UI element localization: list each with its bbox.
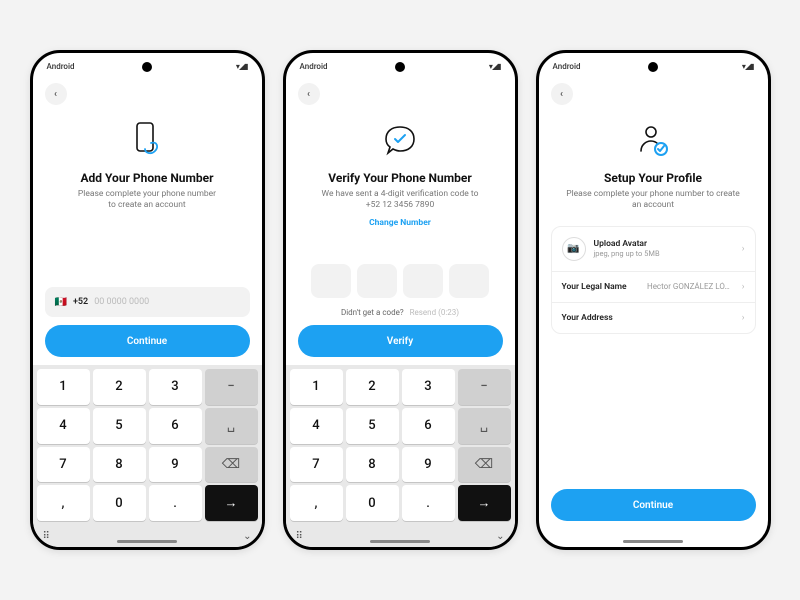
chat-check-icon (304, 119, 497, 163)
resend-row: Didn't get a code? Resend (0:23) (298, 308, 503, 317)
key-period[interactable]: . (402, 485, 455, 521)
key-space[interactable]: ␣ (458, 408, 511, 444)
key-space[interactable]: ␣ (205, 408, 258, 444)
phone-placeholder: 00 0000 0000 (94, 297, 149, 307)
phone-mockup-profile: Android ▾◢▮ ‹ Setup Your Profile Please … (536, 50, 771, 550)
upload-avatar-row[interactable]: 📷 Upload Avatar jpeg, png up to 5MB › (552, 227, 755, 272)
code-input-row (298, 264, 503, 298)
key-period[interactable]: . (149, 485, 202, 521)
platform-label: Android (300, 62, 328, 71)
phone-number-input[interactable]: 🇲🇽 +52 00 0000 0000 (45, 287, 250, 317)
key-comma[interactable]: , (37, 485, 90, 521)
home-indicator (117, 540, 177, 543)
page-title: Verify Your Phone Number (304, 171, 497, 185)
chevron-right-icon: › (742, 244, 745, 254)
keyboard-grid-icon[interactable]: ⠿ (296, 531, 303, 542)
key-0[interactable]: 0 (346, 485, 399, 521)
change-number-link[interactable]: Change Number (304, 218, 497, 228)
keyboard-footer: ⠿ ⌄ (33, 525, 262, 547)
page-title: Setup Your Profile (557, 171, 750, 185)
keyboard-collapse-icon[interactable]: ⌄ (243, 531, 251, 542)
key-7[interactable]: 7 (37, 447, 90, 483)
profile-panel: 📷 Upload Avatar jpeg, png up to 5MB › Yo… (551, 226, 756, 334)
verify-button[interactable]: Verify (298, 325, 503, 357)
numeric-keypad: 1 2 3 − 4 5 6 ␣ 7 8 9 ⌫ , 0 . → (286, 365, 515, 525)
phone-mockup-verify: Android ▾◢▮ ‹ Verify Your Phone Number W… (283, 50, 518, 550)
code-digit-4[interactable] (449, 264, 489, 298)
home-indicator (370, 540, 430, 543)
continue-button[interactable]: Continue (45, 325, 250, 357)
keyboard-collapse-icon[interactable]: ⌄ (496, 531, 504, 542)
upload-sub: jpeg, png up to 5MB (594, 249, 730, 258)
platform-label: Android (47, 62, 75, 71)
address-label: Your Address (562, 313, 730, 323)
page-title: Add Your Phone Number (51, 171, 244, 185)
upload-title: Upload Avatar (594, 239, 730, 249)
platform-label: Android (553, 62, 581, 71)
back-button[interactable]: ‹ (45, 83, 67, 105)
name-value: Hector GONZÁLEZ LÓ… (647, 282, 730, 291)
key-4[interactable]: 4 (37, 408, 90, 444)
camera-icon: 📷 (562, 237, 586, 261)
key-9[interactable]: 9 (402, 447, 455, 483)
resend-prompt: Didn't get a code? (341, 308, 404, 317)
address-row[interactable]: Your Address › (552, 303, 755, 333)
key-enter[interactable]: → (458, 485, 511, 521)
continue-button[interactable]: Continue (551, 489, 756, 521)
key-4[interactable]: 4 (290, 408, 343, 444)
key-6[interactable]: 6 (149, 408, 202, 444)
country-prefix: +52 (73, 297, 88, 307)
key-backspace[interactable]: ⌫ (205, 447, 258, 483)
flag-icon: 🇲🇽 (55, 297, 67, 308)
key-5[interactable]: 5 (93, 408, 146, 444)
page-subtitle: Please complete your phone number to cre… (51, 189, 244, 212)
home-indicator (623, 540, 683, 543)
phone-tap-icon (51, 119, 244, 163)
key-minus[interactable]: − (205, 369, 258, 405)
key-comma[interactable]: , (290, 485, 343, 521)
chevron-left-icon: ‹ (560, 89, 563, 100)
legal-name-row[interactable]: Your Legal Name Hector GONZÁLEZ LÓ… › (552, 272, 755, 303)
key-0[interactable]: 0 (93, 485, 146, 521)
keyboard-grid-icon[interactable]: ⠿ (43, 531, 50, 542)
key-3[interactable]: 3 (402, 369, 455, 405)
status-icons: ▾◢▮ (742, 62, 754, 71)
status-icons: ▾◢▮ (236, 62, 248, 71)
code-digit-3[interactable] (403, 264, 443, 298)
key-5[interactable]: 5 (346, 408, 399, 444)
key-2[interactable]: 2 (346, 369, 399, 405)
camera-notch (142, 62, 152, 72)
key-7[interactable]: 7 (290, 447, 343, 483)
key-8[interactable]: 8 (346, 447, 399, 483)
key-minus[interactable]: − (458, 369, 511, 405)
chevron-right-icon: › (742, 282, 745, 292)
user-check-icon (557, 119, 750, 163)
code-digit-2[interactable] (357, 264, 397, 298)
page-subtitle: Please complete your phone number to cre… (557, 189, 750, 212)
key-3[interactable]: 3 (149, 369, 202, 405)
key-1[interactable]: 1 (290, 369, 343, 405)
numeric-keypad: 1 2 3 − 4 5 6 ␣ 7 8 9 ⌫ , 0 . → (33, 365, 262, 525)
phone-mockup-add-number: Android ▾◢▮ ‹ Add Your Phone Number Plea… (30, 50, 265, 550)
key-backspace[interactable]: ⌫ (458, 447, 511, 483)
name-label: Your Legal Name (562, 282, 639, 292)
keyboard-footer: ⠿ ⌄ (286, 525, 515, 547)
status-icons: ▾◢▮ (489, 62, 501, 71)
chevron-left-icon: ‹ (307, 89, 310, 100)
key-2[interactable]: 2 (93, 369, 146, 405)
key-9[interactable]: 9 (149, 447, 202, 483)
camera-notch (648, 62, 658, 72)
key-6[interactable]: 6 (402, 408, 455, 444)
key-enter[interactable]: → (205, 485, 258, 521)
chevron-left-icon: ‹ (54, 89, 57, 100)
back-button[interactable]: ‹ (551, 83, 573, 105)
key-1[interactable]: 1 (37, 369, 90, 405)
page-subtitle: We have sent a 4-digit verification code… (304, 189, 497, 212)
chevron-right-icon: › (742, 313, 745, 323)
camera-notch (395, 62, 405, 72)
code-digit-1[interactable] (311, 264, 351, 298)
back-button[interactable]: ‹ (298, 83, 320, 105)
key-8[interactable]: 8 (93, 447, 146, 483)
resend-link[interactable]: Resend (0:23) (410, 308, 459, 317)
